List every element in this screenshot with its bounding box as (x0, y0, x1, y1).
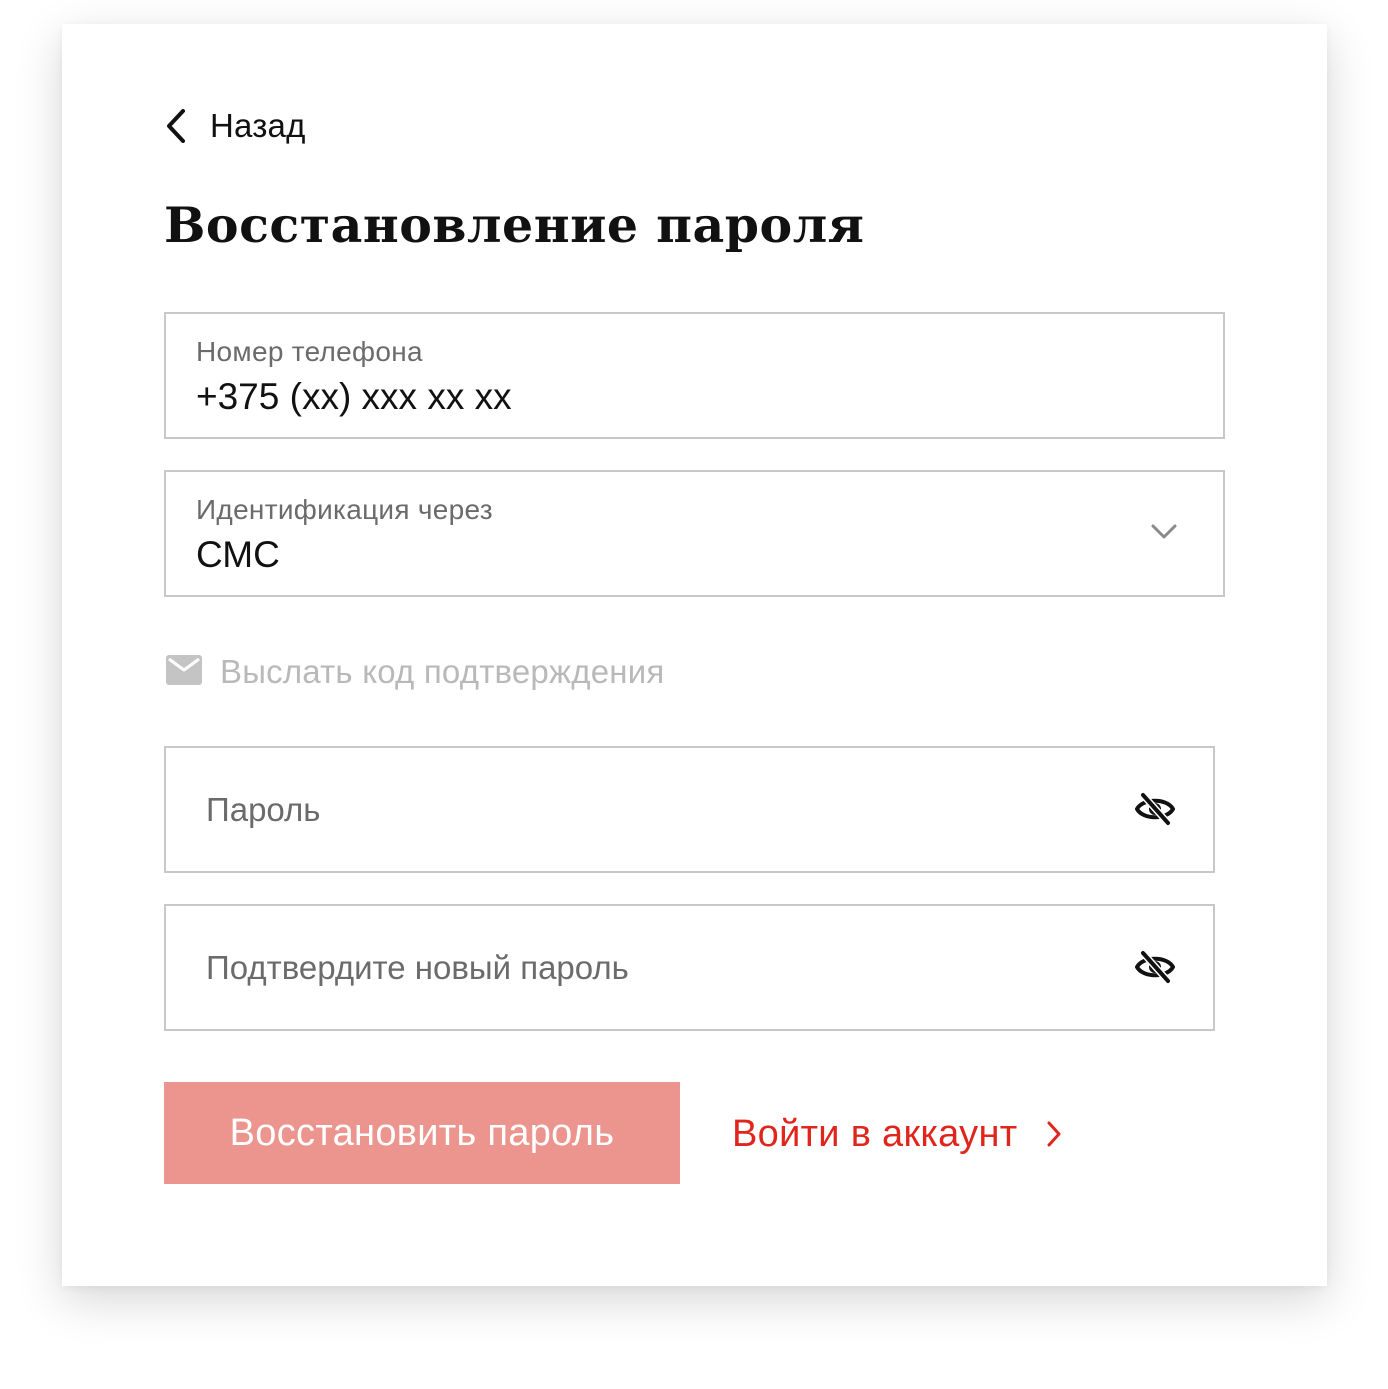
eye-off-icon[interactable] (1135, 792, 1175, 831)
identification-select[interactable]: Идентификация через СМС (164, 470, 1225, 597)
back-label: Назад (210, 107, 306, 144)
phone-field-value[interactable]: +375 (xx) xxx xx xx (196, 376, 512, 418)
eye-off-icon[interactable] (1135, 950, 1175, 989)
password-input[interactable]: Пароль (164, 746, 1215, 873)
send-code-button[interactable]: Выслать код подтверждения (166, 648, 664, 696)
send-code-label: Выслать код подтверждения (220, 653, 665, 690)
phone-field-label: Номер телефона (196, 336, 423, 367)
password-placeholder: Пароль (206, 790, 321, 828)
login-link-label: Войти в аккаунт (732, 1112, 1018, 1155)
envelope-icon (166, 654, 202, 690)
chevron-right-icon (1017, 1121, 1061, 1147)
chevron-left-icon (166, 109, 186, 143)
restore-password-button[interactable]: Восстановить пароль (164, 1082, 680, 1184)
identification-select-label: Идентификация через (196, 494, 493, 525)
confirm-password-input[interactable]: Подтвердите новый пароль (164, 904, 1215, 1031)
phone-field[interactable]: Номер телефона +375 (xx) xxx xx xx (164, 312, 1225, 439)
back-link[interactable]: Назад (166, 102, 306, 150)
chevron-down-icon[interactable] (1151, 524, 1177, 545)
identification-select-value: СМС (196, 534, 280, 575)
login-link[interactable]: Войти в аккаунт (732, 1108, 1061, 1160)
confirm-password-placeholder: Подтвердите новый пароль (206, 948, 629, 986)
page-title: Восстановление пароля (164, 196, 865, 254)
password-recovery-card: Назад Восстановление пароля Номер телефо… (62, 24, 1327, 1286)
